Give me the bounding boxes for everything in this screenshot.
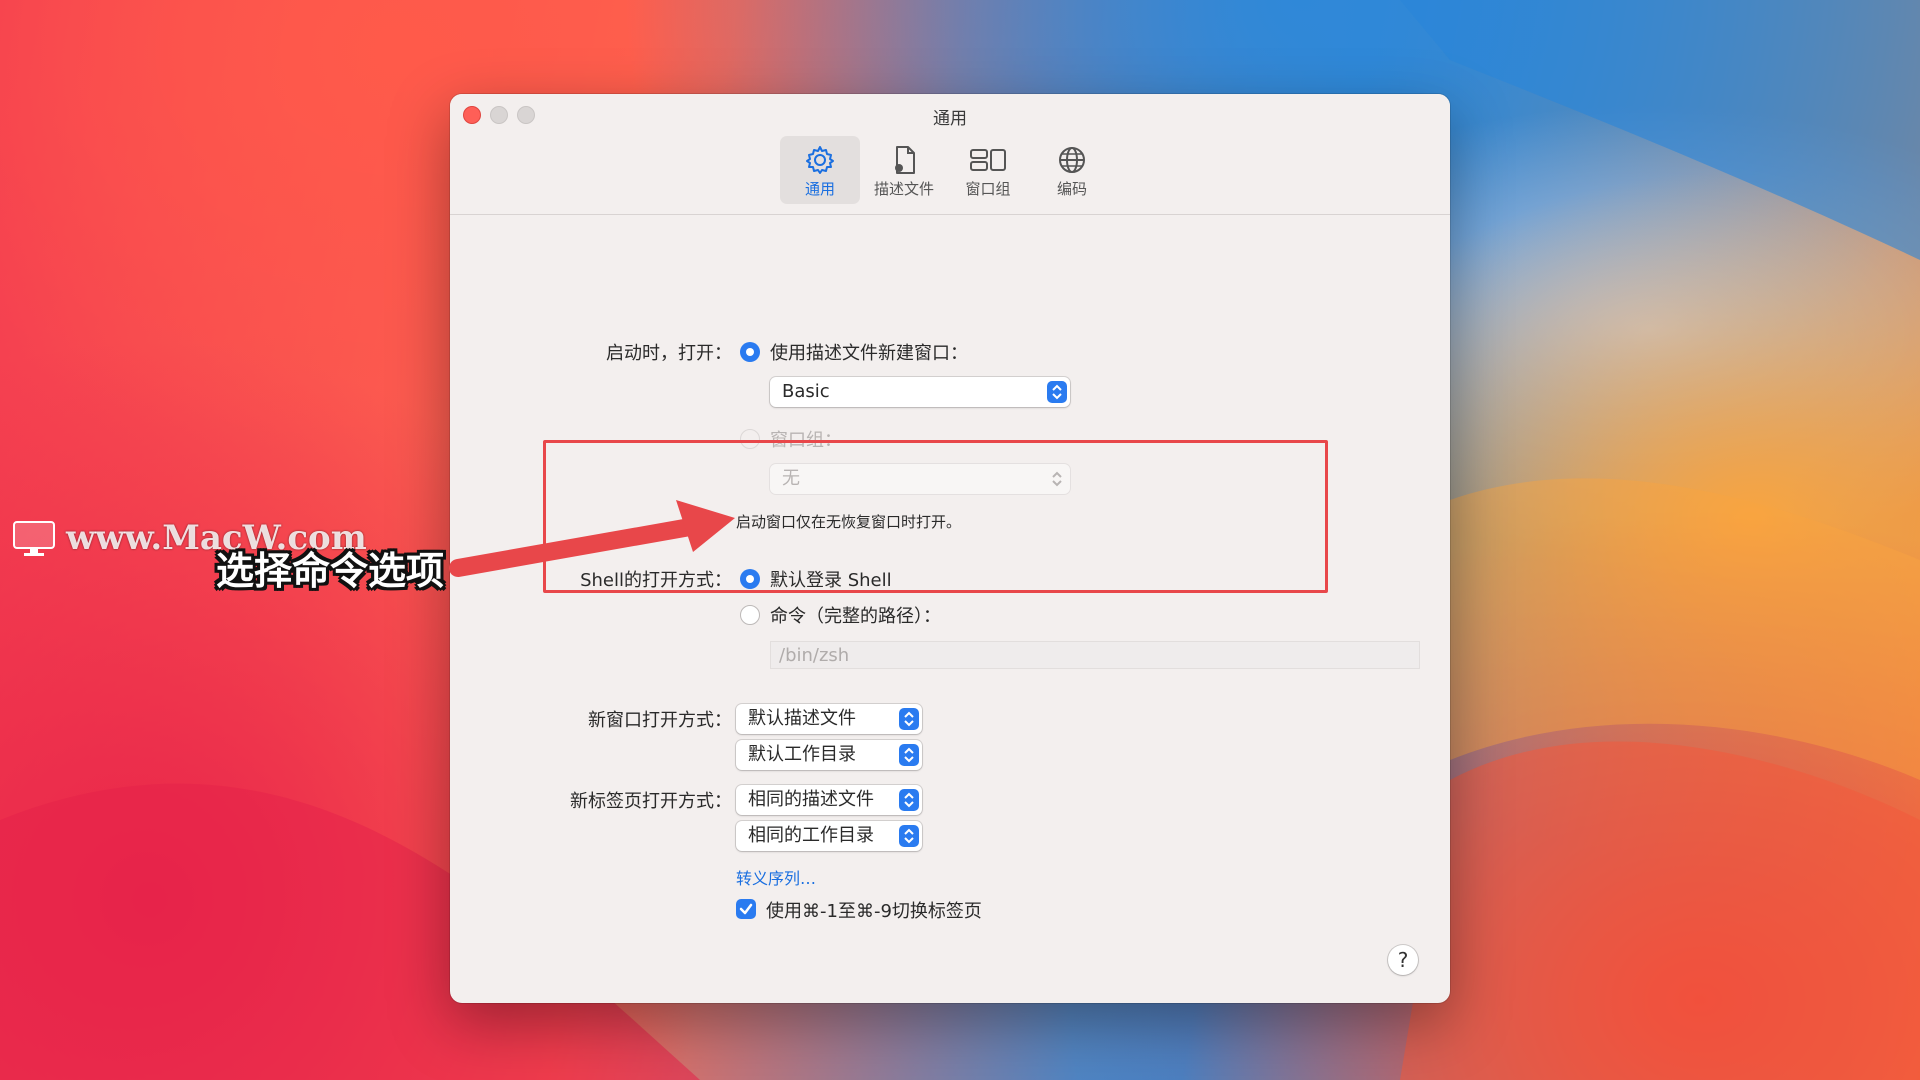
window-group-icon: [970, 149, 1006, 171]
profile-document-icon: [895, 146, 915, 174]
new-tab-directory-popup[interactable]: 相同的工作目录: [736, 821, 922, 851]
new-window-profile-popup[interactable]: 默认描述文件: [736, 704, 922, 734]
tab-encodings-label: 编码: [1056, 180, 1087, 198]
general-pane: 启动时，打开： 使用描述文件新建窗口： Basic 窗口组： 无 启动窗口仅在无…: [450, 214, 1450, 1003]
new-window-profile-value: 默认描述文件: [748, 708, 856, 729]
gear-icon: [806, 146, 834, 174]
window-title: 通用: [933, 109, 967, 129]
popup-stepper-icon: [899, 744, 919, 766]
tab-general[interactable]: 通用: [780, 136, 860, 204]
annotation-highlight-box: [543, 440, 1328, 593]
tab-profiles-label: 描述文件: [873, 180, 934, 198]
startup-profile-radio[interactable]: [740, 342, 760, 362]
new-window-label: 新窗口打开方式：: [588, 710, 732, 731]
popup-stepper-icon: [899, 708, 919, 730]
globe-icon: [1059, 147, 1085, 173]
tab-switch-label: 使用⌘-1至⌘-9切换标签页: [766, 901, 982, 922]
startup-profile-popup[interactable]: Basic: [770, 377, 1070, 407]
popup-stepper-icon: [899, 825, 919, 847]
new-window-directory-popup[interactable]: 默认工作目录: [736, 740, 922, 770]
new-tab-label: 新标签页打开方式：: [570, 791, 732, 812]
escape-sequences-link[interactable]: 转义序列…: [736, 865, 816, 889]
shell-command-radio[interactable]: [740, 605, 760, 625]
new-tab-profile-popup[interactable]: 相同的描述文件: [736, 785, 922, 815]
tab-general-label: 通用: [804, 180, 835, 198]
tab-switch-checkbox[interactable]: [736, 899, 756, 919]
startup-profile-label: 使用描述文件新建窗口：: [770, 343, 968, 364]
checkmark-icon: [739, 903, 753, 915]
popup-stepper-icon: [899, 789, 919, 811]
monitor-logo-icon: [13, 521, 55, 556]
tab-profiles[interactable]: 描述文件: [864, 136, 944, 204]
startup-profile-value: Basic: [782, 381, 830, 402]
tab-encodings[interactable]: 编码: [1032, 136, 1112, 204]
startup-label: 启动时，打开：: [606, 343, 732, 364]
title-bar: 通用 通用 描述文件 窗口组 编码: [450, 94, 1450, 215]
new-tab-profile-value: 相同的描述文件: [748, 789, 874, 810]
new-window-directory-value: 默认工作目录: [748, 744, 856, 765]
popup-stepper-icon: [1047, 381, 1067, 403]
tab-window-groups[interactable]: 窗口组: [948, 136, 1028, 204]
help-button[interactable]: ?: [1388, 945, 1418, 975]
shell-command-label: 命令（完整的路径）：: [770, 606, 941, 627]
preferences-toolbar: 通用 描述文件 窗口组 编码: [780, 136, 1112, 204]
new-tab-directory-value: 相同的工作目录: [748, 825, 874, 846]
tab-window-groups-label: 窗口组: [965, 180, 1011, 198]
shell-command-field[interactable]: /bin/zsh: [770, 641, 1420, 669]
annotation-caption: 选择命令选项: [216, 549, 445, 593]
